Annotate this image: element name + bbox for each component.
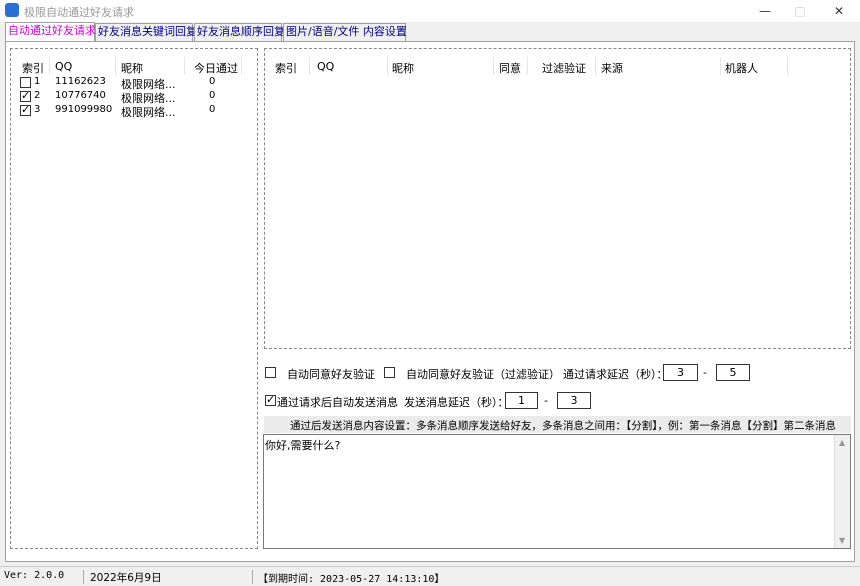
table-row[interactable]: 3 991099980 极限网络... 0 [11, 103, 251, 119]
col-divider [387, 57, 388, 75]
col-header-source[interactable]: 来源 [601, 60, 623, 76]
status-version: Ver: 2.0.0 [4, 570, 65, 581]
send-delay-dash: - [544, 394, 548, 407]
row-checkbox[interactable] [20, 103, 31, 116]
status-date: 2022年6月9日 [90, 572, 162, 584]
col-divider [49, 57, 50, 75]
row-today: 0 [209, 90, 216, 101]
delay-min-input[interactable]: 3 [663, 364, 698, 381]
status-divider [252, 570, 253, 584]
col-header-today[interactable]: 今日通过 [194, 60, 238, 76]
status-expiry: 【到期时间: 2023-05-27 14:13:10】 [258, 574, 445, 585]
tab-media-settings[interactable]: 图片/语音/文件 内容设置 [283, 23, 407, 41]
row-checkbox[interactable] [20, 77, 31, 88]
col-divider [595, 57, 596, 75]
title-bar: 极限自动通过好友请求 — □ ✕ [0, 0, 860, 22]
message-hint: 通过后发送消息内容设置：多条消息顺序发送给好友，多条消息之间用：【分割】，例：第… [290, 420, 836, 432]
row-today: 0 [209, 76, 216, 87]
auto-agree-filter-checkbox[interactable] [384, 367, 395, 378]
scroll-up-icon[interactable]: ▲ [839, 438, 845, 447]
row-today: 0 [209, 104, 216, 115]
col-divider [720, 57, 721, 75]
row-index: 1 [34, 76, 41, 87]
tab-sequence-reply[interactable]: 好友消息顺序回复 [194, 23, 285, 41]
col-divider [493, 57, 494, 75]
table-row[interactable]: 1 11162623 极限网络... 0 [11, 76, 251, 91]
row-qq: 10776740 [55, 90, 106, 101]
col-header-index[interactable]: 索引 [22, 60, 44, 76]
row-qq: 11162623 [55, 76, 106, 87]
auto-agree-filter-label[interactable]: 自动同意好友验证（过滤验证） [406, 366, 560, 382]
col-header-nick[interactable]: 昵称 [121, 60, 143, 76]
tab-auto-accept[interactable]: 自动通过好友请求 [5, 22, 96, 41]
col-divider [787, 57, 788, 75]
col-header-qq[interactable]: QQ [55, 60, 72, 73]
delay-dash: - [703, 366, 707, 379]
send-after-checkbox[interactable] [265, 393, 276, 406]
send-after-label[interactable]: 通过请求后自动发送消息 [277, 394, 398, 410]
auto-agree-label[interactable]: 自动同意好友验证 [287, 366, 375, 382]
message-hint-bar: 通过后发送消息内容设置：多条消息顺序发送给好友，多条消息之间用：【分割】，例：第… [264, 416, 851, 433]
scroll-down-icon[interactable]: ▼ [839, 536, 845, 545]
window-title: 极限自动通过好友请求 [24, 6, 134, 19]
account-list[interactable]: 索引 QQ 昵称 今日通过 1 11162623 极限网络... 0 2 107… [10, 48, 258, 549]
textarea-scrollbar[interactable]: ▲ ▼ [834, 435, 850, 548]
row-qq: 991099980 [55, 104, 113, 115]
col-header-index[interactable]: 索引 [275, 60, 297, 76]
row-checkbox[interactable] [20, 89, 31, 102]
col-divider [184, 57, 185, 75]
tab-keyword-reply[interactable]: 好友消息关键词回复 [95, 23, 197, 41]
row-index: 2 [34, 90, 41, 101]
col-header-qq[interactable]: QQ [317, 60, 334, 73]
send-delay-min-input[interactable]: 1 [505, 392, 538, 409]
col-header-agree[interactable]: 同意 [499, 60, 521, 76]
maximize-button[interactable]: □ [783, 0, 817, 22]
close-button[interactable]: ✕ [822, 0, 856, 22]
message-textarea[interactable]: 你好,需要什么? ▲ ▼ [263, 434, 851, 549]
message-content: 你好,需要什么? [265, 439, 341, 452]
tab-strip: 自动通过好友请求 好友消息关键词回复 好友消息顺序回复 图片/语音/文件 内容设… [5, 22, 605, 41]
col-header-filter[interactable]: 过滤验证 [542, 60, 586, 76]
app-icon [5, 3, 19, 17]
request-log-table[interactable]: 索引 QQ 昵称 同意 过滤验证 来源 机器人 [264, 48, 851, 349]
row-index: 3 [34, 104, 41, 115]
send-delay-label: 发送消息延迟（秒）： [404, 396, 509, 409]
col-header-robot[interactable]: 机器人 [725, 60, 758, 76]
col-divider [527, 57, 528, 75]
col-divider [115, 57, 116, 75]
status-divider [83, 570, 84, 584]
send-delay-max-input[interactable]: 3 [557, 392, 591, 409]
row-nick: 极限网络... [121, 106, 176, 119]
delay-max-input[interactable]: 5 [716, 364, 750, 381]
col-divider [241, 57, 242, 75]
minimize-button[interactable]: — [748, 0, 782, 22]
status-bar: Ver: 2.0.0 2022年6月9日 【到期时间: 2023-05-27 1… [0, 566, 860, 586]
auto-agree-checkbox[interactable] [265, 367, 276, 378]
delay-label: 通过请求延迟（秒）： [563, 368, 668, 381]
col-divider [309, 57, 310, 75]
col-header-nick[interactable]: 昵称 [392, 60, 414, 76]
table-row[interactable]: 2 10776740 极限网络... 0 [11, 89, 251, 105]
